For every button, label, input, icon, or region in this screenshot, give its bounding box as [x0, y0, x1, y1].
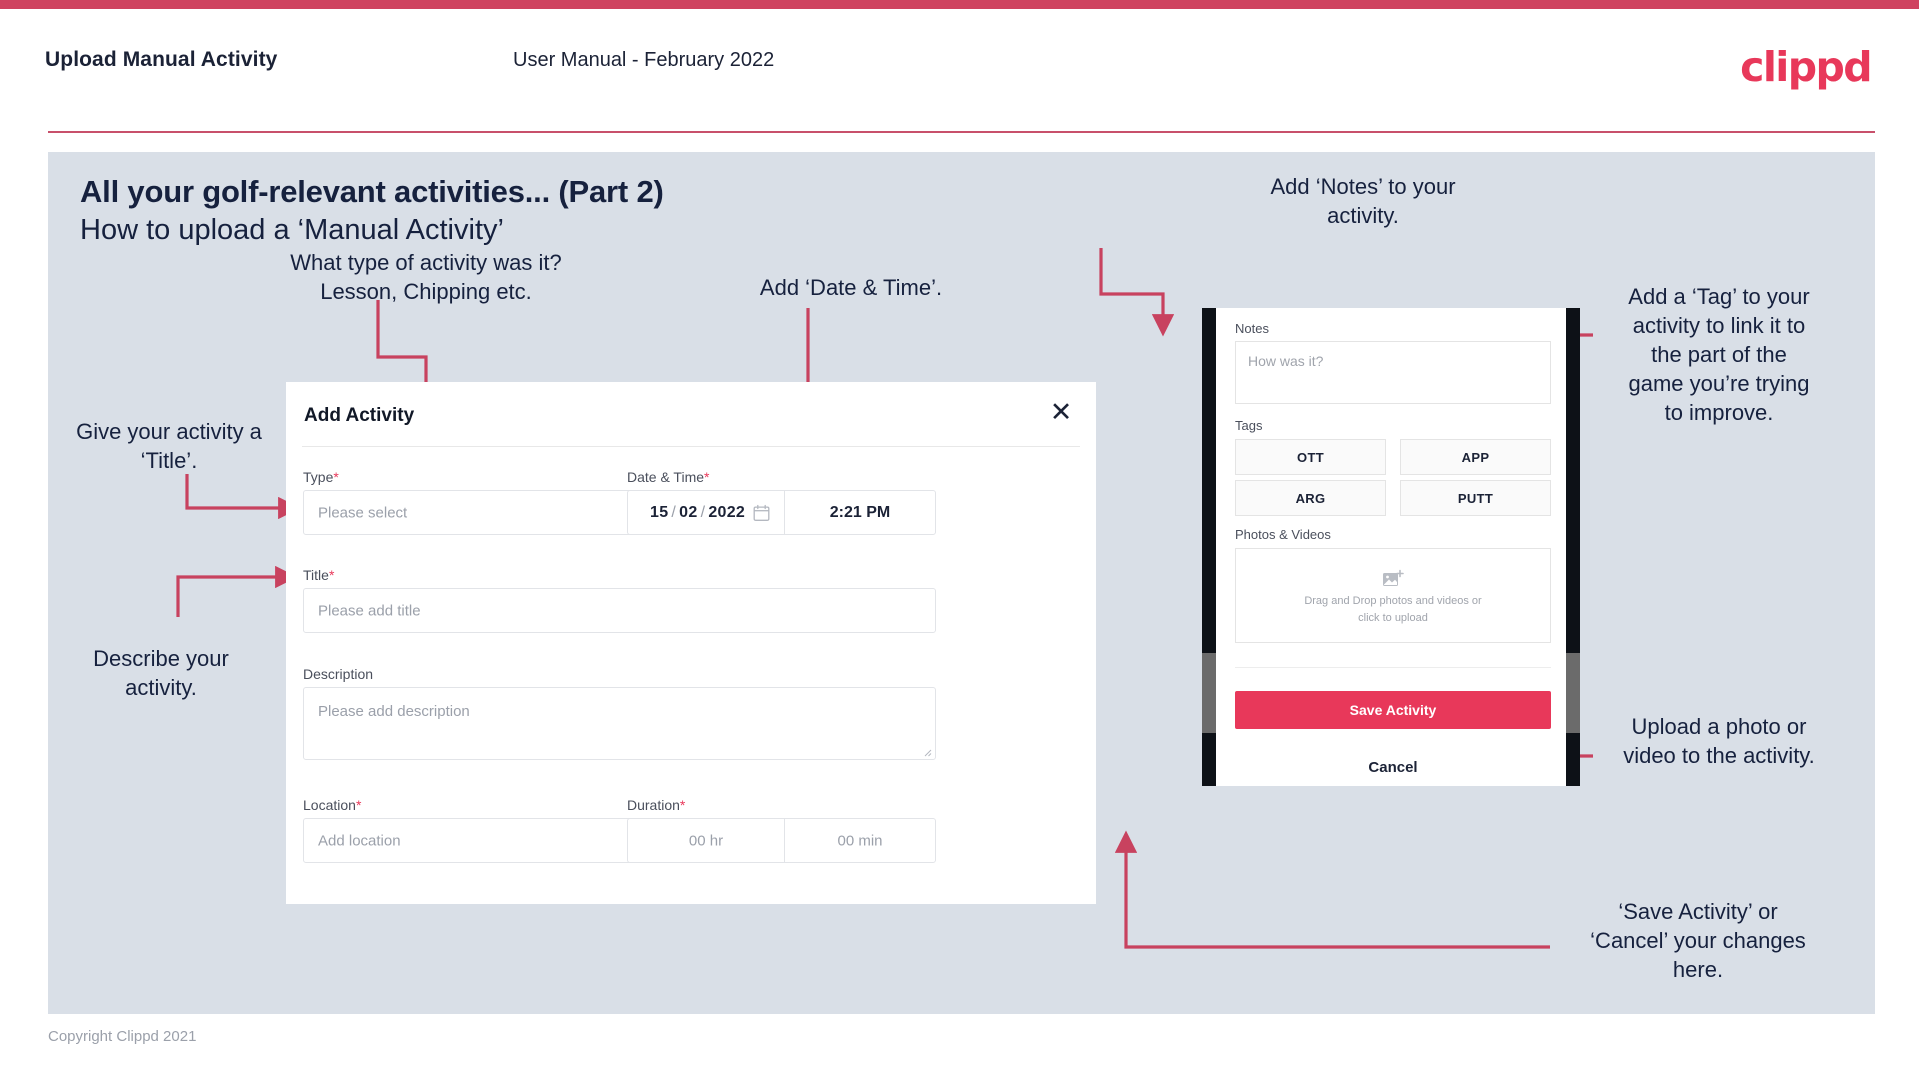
duration-minutes-input[interactable]: 00 min — [785, 819, 935, 862]
date-sep-2: / — [700, 503, 706, 521]
annotation-tags: Add a ‘Tag’ to your activity to link it … — [1628, 284, 1810, 426]
resize-handle-icon[interactable] — [922, 747, 932, 757]
tag-button-ott[interactable]: OTT — [1235, 439, 1386, 475]
duration-minutes-placeholder: 00 min — [837, 832, 883, 849]
title-input[interactable]: Please add title — [303, 588, 936, 633]
phone-screen: Notes How was it? Tags OTT APP ARG PUTT … — [1216, 308, 1566, 786]
tag-button-putt[interactable]: PUTT — [1400, 480, 1551, 516]
date-month: 02 — [679, 503, 698, 521]
duration-label-text: Duration — [627, 797, 680, 813]
close-icon[interactable]: ✕ — [1046, 397, 1076, 427]
title-required-mark: * — [328, 567, 335, 583]
photo-dropzone[interactable]: Drag and Drop photos and videos or click… — [1235, 548, 1551, 643]
dialog-title: Add Activity — [304, 405, 415, 426]
header-divider — [48, 131, 1875, 133]
date-year: 2022 — [708, 503, 746, 521]
date-value: 15/02/2022 — [650, 504, 745, 522]
slide-subtitle: How to upload a ‘Manual Activity’ — [80, 214, 504, 246]
duration-hours-input[interactable]: 00 hr — [628, 819, 784, 862]
date-input[interactable]: 15/02/2022 — [628, 491, 784, 534]
time-value: 2:21 PM — [829, 503, 891, 521]
description-textarea[interactable]: Please add description — [303, 687, 936, 760]
slide-canvas: All your golf-relevant activities... (Pa… — [48, 152, 1875, 1014]
annotation-type: What type of activity was it? Lesson, Ch… — [290, 250, 562, 305]
clippd-logo: clippd — [1740, 43, 1872, 91]
add-activity-dialog: Add Activity ✕ Type* Please select Date … — [286, 382, 1096, 904]
tags-label: Tags — [1235, 418, 1263, 433]
footer-copyright: Copyright Clippd 2021 — [48, 1028, 197, 1045]
time-input[interactable]: 2:21 PM — [785, 491, 935, 534]
type-placeholder: Please select — [318, 504, 408, 521]
date-sep-1: / — [671, 503, 677, 521]
phone-frame-right-segment — [1566, 653, 1580, 733]
slide-title: All your golf-relevant activities... (Pa… — [80, 174, 664, 209]
location-label-text: Location — [303, 797, 356, 813]
location-placeholder: Add location — [318, 832, 401, 849]
annotation-description: Describe your activity. — [93, 646, 229, 701]
type-label-text: Type — [303, 469, 334, 485]
notes-placeholder: How was it? — [1248, 353, 1324, 369]
save-activity-button[interactable]: Save Activity — [1235, 691, 1551, 729]
manual-subtitle: User Manual - February 2022 — [513, 49, 775, 71]
add-image-icon — [1383, 569, 1404, 586]
title-placeholder: Please add title — [318, 602, 421, 619]
location-label: Location* — [303, 797, 361, 813]
annotation-notes: Add ‘Notes’ to your activity. — [1270, 174, 1456, 229]
page-title: Upload Manual Activity — [45, 48, 278, 71]
duration-hours-placeholder: 00 hr — [688, 832, 724, 849]
location-required-mark: * — [355, 797, 362, 813]
mobile-preview: Notes How was it? Tags OTT APP ARG PUTT … — [1202, 308, 1580, 786]
photos-label: Photos & Videos — [1235, 527, 1331, 542]
notes-label: Notes — [1235, 321, 1269, 336]
date-day: 15 — [650, 503, 669, 521]
phone-divider — [1235, 667, 1551, 668]
tag-button-app[interactable]: APP — [1400, 439, 1551, 475]
title-label-text: Title — [303, 567, 329, 583]
annotation-save: ‘Save Activity’ or ‘Cancel’ your changes… — [1590, 899, 1806, 983]
type-select[interactable]: Please select — [303, 490, 675, 535]
phone-frame-left — [1202, 308, 1216, 786]
phone-frame-right — [1566, 308, 1580, 786]
title-label: Title* — [303, 567, 334, 583]
annotation-photos: Upload a photo or video to the activity. — [1623, 714, 1815, 769]
phone-frame-left-segment — [1202, 653, 1216, 733]
description-label: Description — [303, 666, 373, 682]
duration-field-group: 00 hr 00 min — [627, 818, 936, 863]
duration-label: Duration* — [627, 797, 685, 813]
datetime-required-mark: * — [704, 469, 710, 485]
datetime-label: Date & Time* — [627, 469, 709, 485]
tag-button-arg[interactable]: ARG — [1235, 480, 1386, 516]
page-header: Upload Manual Activity User Manual - Feb… — [0, 9, 1919, 133]
type-label: Type* — [303, 469, 339, 485]
annotation-title: Give your activity a ‘Title’. — [76, 419, 262, 474]
dropzone-text: Drag and Drop photos and videos or click… — [1304, 595, 1482, 624]
notes-textarea[interactable]: How was it? — [1235, 341, 1551, 404]
calendar-icon[interactable] — [753, 504, 770, 521]
datetime-field-group: 15/02/2022 2:21 PM — [627, 490, 936, 535]
description-label-text: Description — [303, 666, 374, 682]
location-input[interactable]: Add location — [303, 818, 675, 863]
annotation-datetime: Add ‘Date & Time’. — [759, 275, 943, 300]
duration-required-mark: * — [679, 797, 686, 813]
type-required-mark: * — [333, 469, 339, 485]
datetime-label-text: Date & Time — [627, 469, 705, 485]
description-placeholder: Please add description — [318, 703, 470, 720]
cancel-button[interactable]: Cancel — [1235, 759, 1551, 776]
top-accent-bar — [0, 0, 1919, 9]
dialog-header-divider — [302, 446, 1080, 447]
